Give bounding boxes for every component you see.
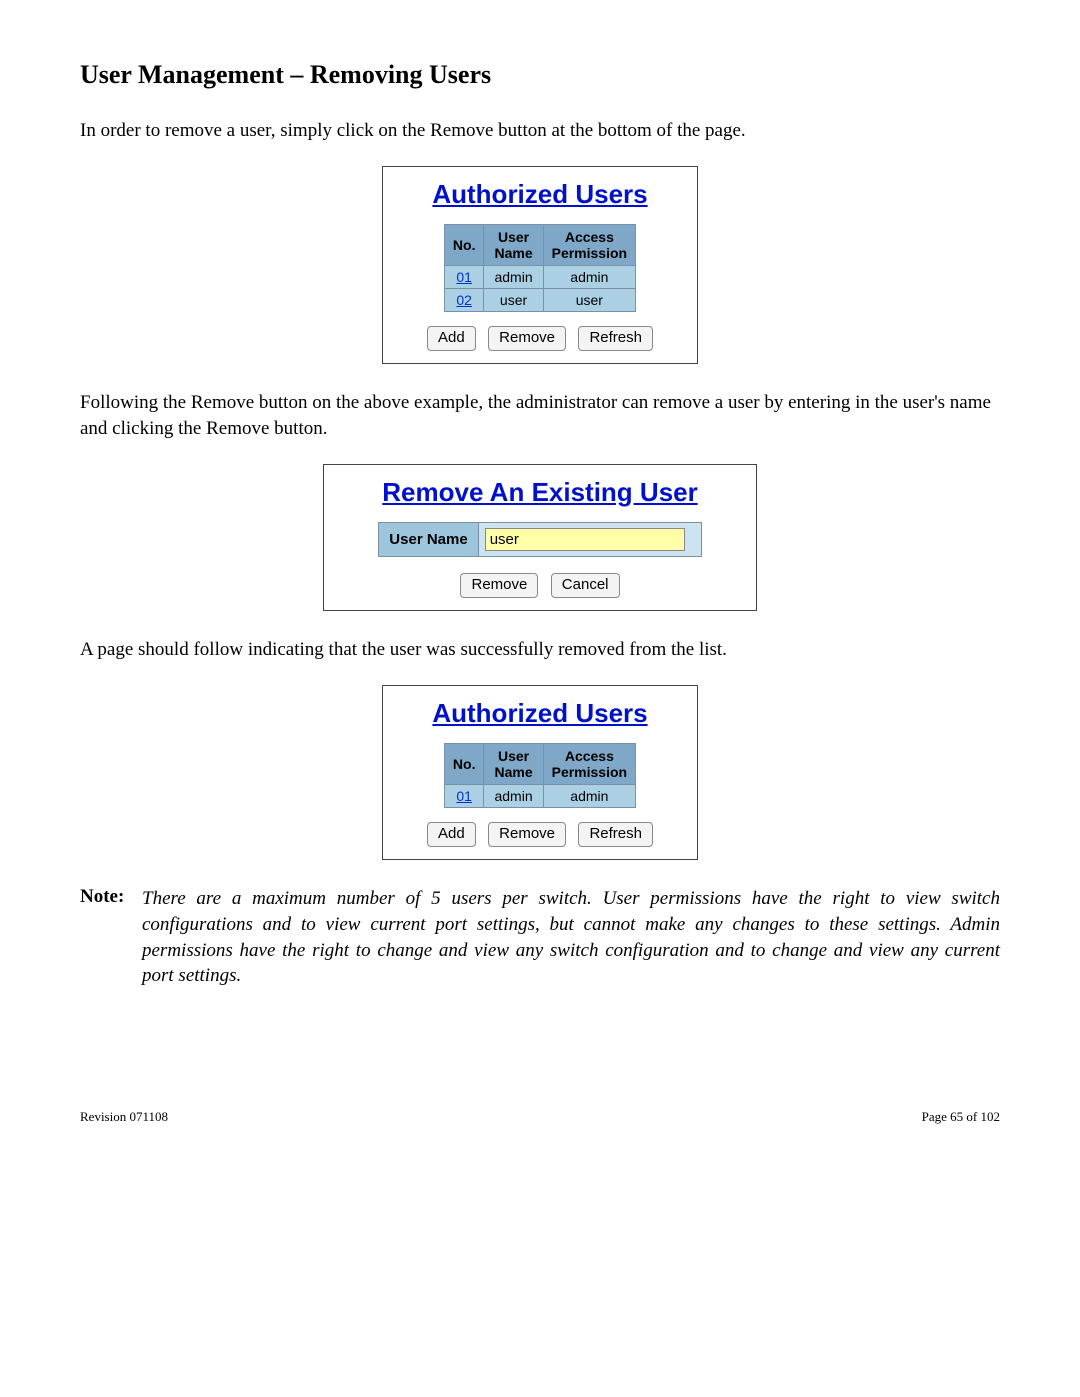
paragraph: Following the Remove button on the above… — [80, 390, 1000, 441]
authorized-users-table: No. User Name Access Permission 01 admin… — [444, 743, 636, 808]
panel-heading: Remove An Existing User — [332, 477, 748, 508]
revision-text: Revision 071108 — [80, 1109, 168, 1125]
remove-button[interactable]: Remove — [460, 573, 538, 599]
page-number: Page 65 of 102 — [922, 1109, 1000, 1125]
cancel-button[interactable]: Cancel — [551, 573, 620, 599]
note-text: There are a maximum number of 5 users pe… — [142, 886, 1000, 989]
panel-heading: Authorized Users — [391, 179, 689, 210]
remove-button[interactable]: Remove — [488, 326, 566, 352]
cell-user: admin — [484, 784, 543, 807]
col-no: No. — [444, 743, 484, 784]
cell-user: user — [484, 288, 543, 311]
refresh-button[interactable]: Refresh — [578, 822, 653, 848]
authorized-users-panel-before: Authorized Users No. User Name Access Pe… — [382, 166, 698, 365]
authorized-users-panel-after: Authorized Users No. User Name Access Pe… — [382, 685, 698, 861]
add-button[interactable]: Add — [427, 822, 476, 848]
table-row: 01 admin admin — [444, 784, 635, 807]
intro-paragraph: In order to remove a user, simply click … — [80, 118, 1000, 144]
cell-user: admin — [484, 265, 543, 288]
col-user: User Name — [484, 224, 543, 265]
username-label: User Name — [379, 522, 478, 556]
user-link[interactable]: 01 — [456, 788, 472, 804]
note-label: Note: — [80, 886, 142, 989]
remove-user-panel: Remove An Existing User User Name Remove… — [323, 464, 757, 612]
col-user: User Name — [484, 743, 543, 784]
username-input[interactable] — [485, 528, 685, 551]
user-link[interactable]: 01 — [456, 269, 472, 285]
cell-access: admin — [543, 265, 635, 288]
col-no: No. — [444, 224, 484, 265]
refresh-button[interactable]: Refresh — [578, 326, 653, 352]
cell-access: admin — [543, 784, 635, 807]
remove-user-form: User Name — [378, 522, 701, 557]
authorized-users-table: No. User Name Access Permission 01 admin… — [444, 224, 636, 312]
user-link[interactable]: 02 — [456, 292, 472, 308]
col-access: Access Permission — [543, 224, 635, 265]
cell-access: user — [543, 288, 635, 311]
remove-button[interactable]: Remove — [488, 822, 566, 848]
table-row: 02 user user — [444, 288, 635, 311]
paragraph: A page should follow indicating that the… — [80, 637, 1000, 663]
panel-heading: Authorized Users — [391, 698, 689, 729]
add-button[interactable]: Add — [427, 326, 476, 352]
col-access: Access Permission — [543, 743, 635, 784]
table-row: 01 admin admin — [444, 265, 635, 288]
page-title: User Management – Removing Users — [80, 60, 1000, 90]
